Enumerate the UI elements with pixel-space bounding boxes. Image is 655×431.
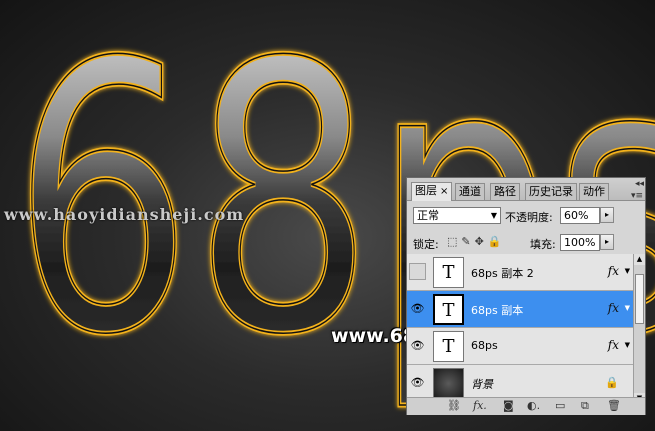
- tab-channels[interactable]: 通道: [455, 183, 485, 200]
- layer-row[interactable]: 👁 T 68ps 副本 fx ▼: [407, 291, 633, 328]
- blend-mode-select[interactable]: 正常 ▼: [413, 207, 501, 224]
- close-icon[interactable]: ×: [440, 186, 448, 197]
- panel-footer: ⛓ fx. ◙ ◐. ▭ ⧉ 🗑: [407, 397, 645, 415]
- text-layer-thumbnail: T: [433, 257, 464, 288]
- blend-mode-value: 正常: [417, 209, 439, 222]
- text-layer-thumbnail: T: [433, 294, 464, 325]
- scroll-up-icon[interactable]: ▲: [634, 254, 645, 265]
- opacity-slider-button[interactable]: ▸: [600, 207, 614, 223]
- eye-icon[interactable]: 👁: [409, 374, 426, 391]
- layer-name: 68ps: [471, 339, 498, 352]
- chevron-down-icon[interactable]: ▼: [625, 304, 630, 312]
- lock-row: 锁定: ⬚✎✥🔒 填充: 100% ▸: [407, 234, 645, 254]
- layer-scrollbar[interactable]: ▲ ▼: [633, 254, 645, 404]
- tab-paths[interactable]: 路径: [490, 183, 520, 200]
- opacity-value: 60%: [564, 209, 589, 222]
- eye-icon[interactable]: 👁: [409, 337, 426, 354]
- layers-panel: 图层 × 通道 路径 历史记录 动作 ◂◂ ▾≡ 正常 ▼ 不透明度: 60% ▸…: [406, 177, 646, 415]
- tab-label: 动作: [583, 185, 605, 198]
- tab-actions[interactable]: 动作: [579, 183, 609, 200]
- mask-icon[interactable]: ◙: [503, 399, 514, 412]
- chevron-down-icon[interactable]: ▼: [625, 341, 630, 349]
- tab-label: 路径: [494, 185, 516, 198]
- tab-label: 历史记录: [529, 185, 573, 198]
- fx-menu-icon[interactable]: fx.: [473, 399, 487, 412]
- collapse-icon[interactable]: ◂◂: [635, 179, 644, 189]
- fill-value: 100%: [564, 236, 596, 249]
- site-watermark: www.haoyidiansheji.com: [4, 205, 245, 224]
- background-thumbnail: [433, 368, 464, 399]
- tab-label: 通道: [459, 185, 481, 198]
- scroll-thumb[interactable]: [635, 274, 644, 324]
- new-layer-icon[interactable]: ⧉: [581, 399, 589, 413]
- chevron-down-icon: ▼: [490, 211, 497, 220]
- fx-icon[interactable]: fx: [608, 264, 619, 278]
- layer-name: 68ps 副本: [471, 304, 524, 317]
- layer-row[interactable]: T 68ps 副本 2 fx ▼: [407, 254, 633, 291]
- layer-row[interactable]: 👁 T 68ps fx ▼: [407, 328, 633, 365]
- panel-menu-icon[interactable]: ▾≡: [631, 191, 643, 201]
- tab-label: 图层: [415, 184, 437, 197]
- layer-name: 68ps 副本 2: [471, 267, 534, 280]
- lock-icon: 🔒: [605, 376, 619, 389]
- lock-options[interactable]: ⬚✎✥🔒: [447, 235, 506, 248]
- chevron-down-icon[interactable]: ▼: [625, 267, 630, 275]
- opacity-field[interactable]: 60%: [560, 207, 600, 224]
- visibility-toggle[interactable]: [409, 263, 426, 280]
- blend-row: 正常 ▼ 不透明度: 60% ▸: [407, 207, 645, 227]
- fill-field[interactable]: 100%: [560, 234, 600, 251]
- layer-list: T 68ps 副本 2 fx ▼ 👁 T 68ps 副本 fx ▼ 👁 T 68…: [407, 254, 633, 404]
- fx-icon[interactable]: fx: [608, 338, 619, 352]
- fx-icon[interactable]: fx: [608, 301, 619, 315]
- link-icon[interactable]: ⛓: [447, 399, 461, 412]
- tab-history[interactable]: 历史记录: [525, 183, 577, 200]
- eye-icon[interactable]: 👁: [409, 300, 426, 317]
- folder-icon[interactable]: ▭: [555, 399, 565, 412]
- trash-icon[interactable]: 🗑: [607, 399, 621, 412]
- layer-name: 背景: [471, 378, 493, 391]
- opacity-label: 不透明度:: [505, 211, 553, 224]
- text-layer-thumbnail: T: [433, 331, 464, 362]
- panel-tabs: 图层 × 通道 路径 历史记录 动作 ◂◂ ▾≡: [407, 178, 645, 201]
- tab-layers[interactable]: 图层 ×: [411, 182, 453, 201]
- adjustment-icon[interactable]: ◐.: [527, 399, 540, 412]
- fill-slider-button[interactable]: ▸: [600, 234, 614, 250]
- lock-label: 锁定:: [413, 238, 439, 251]
- fill-label: 填充:: [530, 238, 556, 251]
